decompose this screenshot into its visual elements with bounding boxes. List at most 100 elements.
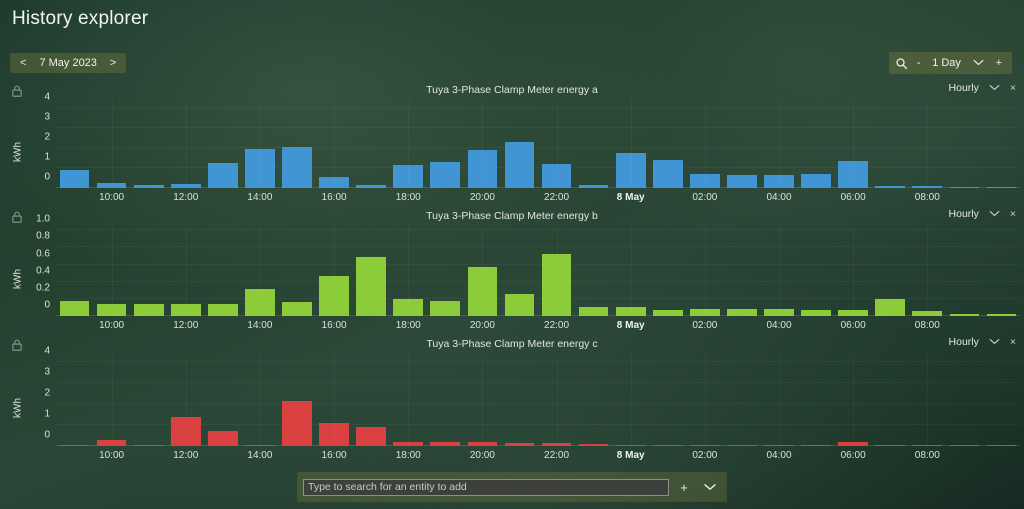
close-chart-icon[interactable]: × [1010, 336, 1016, 348]
bar[interactable] [208, 304, 238, 316]
bar[interactable] [875, 444, 906, 446]
vertical-gridline [185, 226, 187, 316]
range-value-label[interactable]: 1 Day [928, 57, 966, 69]
bar[interactable] [578, 444, 609, 446]
vertical-gridline [185, 354, 187, 446]
bar[interactable] [504, 142, 535, 188]
bar[interactable] [430, 442, 461, 446]
current-date-label[interactable]: 7 May 2023 [33, 57, 102, 69]
date-picker[interactable]: < 7 May 2023 > [10, 53, 127, 73]
plot-area: kWh 0 1 2 3 4 10:00 12:00 14:00 16:00 18:00 20:00 22… [0, 92, 1024, 208]
next-day-button[interactable]: > [103, 57, 123, 69]
bar[interactable] [133, 445, 164, 446]
bar[interactable] [801, 174, 831, 188]
x-axis-tick: 20:00 [469, 192, 495, 203]
bar[interactable] [282, 302, 312, 316]
vertical-gridline [334, 354, 336, 446]
vertical-gridline [482, 100, 484, 188]
bar[interactable] [504, 442, 535, 446]
plot: 0 0.2 0.4 0.6 0.8 1.0 10:00 12:00 14:00 16:00 18:0… [36, 214, 1020, 331]
bar[interactable] [282, 400, 312, 446]
vertical-gridline [927, 100, 929, 188]
interval-select[interactable]: Hourly [949, 208, 979, 220]
history-explorer-page: History explorer < 7 May 2023 > - 1 Day … [0, 0, 1024, 509]
bar[interactable] [652, 160, 683, 188]
page-title: History explorer [12, 8, 149, 29]
bar[interactable] [801, 444, 831, 446]
vertical-gridline [704, 354, 706, 446]
bar[interactable] [282, 147, 312, 188]
y-axis-tick: 0 [44, 429, 50, 441]
vertical-gridline [853, 226, 855, 316]
interval-select[interactable]: Hourly [949, 336, 979, 348]
bar[interactable] [59, 445, 90, 446]
bar[interactable] [652, 310, 683, 316]
x-axis-tick: 22:00 [544, 192, 570, 203]
x-axis-tick: 20:00 [469, 320, 495, 331]
entity-search-bar[interactable]: + [297, 472, 727, 502]
bar[interactable] [208, 431, 238, 446]
chart-title: Tuya 3-Phase Clamp Meter energy a [426, 84, 598, 96]
bar[interactable] [356, 256, 386, 316]
range-chevron-down-icon[interactable] [968, 52, 989, 74]
bar[interactable] [949, 444, 980, 446]
x-axis-tick: 8 May [616, 450, 645, 461]
bar[interactable] [727, 444, 757, 446]
bar[interactable] [578, 307, 609, 316]
x-axis-tick: 16:00 [321, 320, 347, 331]
bar[interactable] [504, 293, 535, 316]
bar[interactable] [986, 187, 1017, 188]
interval-select[interactable]: Hourly [949, 82, 979, 94]
bar[interactable] [986, 314, 1017, 316]
entity-chevron-down-icon[interactable] [699, 476, 721, 498]
bar[interactable] [578, 185, 609, 188]
x-axis-tick: 14:00 [247, 192, 273, 203]
entity-search-input[interactable] [303, 478, 669, 496]
bar[interactable] [133, 184, 164, 188]
interval-chevron-down-icon[interactable] [989, 82, 1000, 94]
bar[interactable] [652, 444, 683, 446]
interval-chevron-down-icon[interactable] [989, 208, 1000, 220]
x-axis-tick: 16:00 [321, 450, 347, 461]
bar[interactable] [59, 170, 90, 188]
x-axis-tick: 04:00 [766, 192, 792, 203]
bar[interactable] [59, 300, 90, 316]
close-chart-icon[interactable]: × [1010, 208, 1016, 220]
chart-panel-energy-a: Tuya 3-Phase Clamp Meter energy a Hourly ×… [0, 82, 1024, 208]
vertical-gridline [927, 226, 929, 316]
bar[interactable] [208, 162, 238, 188]
time-range-picker[interactable]: - 1 Day + [888, 52, 1012, 74]
bar-series [56, 100, 1020, 188]
bar[interactable] [949, 314, 980, 316]
bar[interactable] [875, 298, 906, 316]
range-decrease-button[interactable]: - [912, 52, 926, 74]
x-axis-tick: 18:00 [395, 192, 421, 203]
bar[interactable] [727, 309, 757, 316]
x-axis-tick: 18:00 [395, 450, 421, 461]
add-entity-button[interactable]: + [673, 476, 695, 498]
bar[interactable] [801, 310, 831, 316]
y-axis-label: kWh [12, 269, 24, 289]
bar[interactable] [727, 174, 757, 188]
vertical-gridline [259, 226, 261, 316]
x-axis-tick: 18:00 [395, 320, 421, 331]
range-increase-button[interactable]: + [991, 52, 1007, 74]
bar[interactable] [949, 186, 980, 188]
bar[interactable] [356, 185, 386, 188]
chart-title: Tuya 3-Phase Clamp Meter energy c [426, 338, 598, 350]
bar[interactable] [356, 427, 386, 446]
bar[interactable] [875, 186, 906, 188]
bar[interactable] [430, 162, 461, 188]
y-axis-tick: 3 [44, 366, 50, 378]
prev-day-button[interactable]: < [13, 57, 33, 69]
close-chart-icon[interactable]: × [1010, 82, 1016, 94]
vertical-gridline [111, 100, 113, 188]
bar[interactable] [133, 304, 164, 316]
bar[interactable] [986, 444, 1017, 446]
interval-chevron-down-icon[interactable] [989, 336, 1000, 348]
y-axis-tick: 3 [44, 111, 50, 123]
y-axis-tick: 0 [44, 171, 50, 183]
bar[interactable] [430, 301, 461, 316]
chart-panel-energy-b: Tuya 3-Phase Clamp Meter energy b Hourly ×… [0, 208, 1024, 336]
magnifier-icon[interactable] [894, 55, 910, 71]
